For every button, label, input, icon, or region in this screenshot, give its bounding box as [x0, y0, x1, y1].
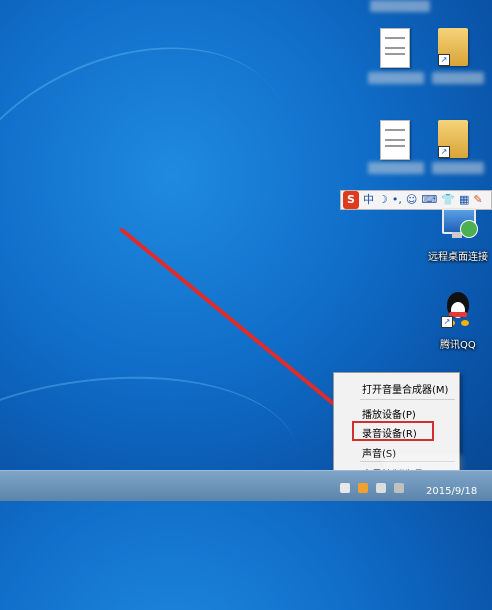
flag-tray-icon[interactable]	[358, 483, 368, 493]
battery-tray-icon[interactable]	[394, 483, 404, 493]
menu-item-recording-devices[interactable]: 录音设备(R)	[362, 425, 417, 440]
taskbar-date[interactable]: 2015/9/18	[426, 486, 477, 497]
network-tray-icon[interactable]	[340, 483, 350, 493]
volume-tray-icon[interactable]	[376, 483, 386, 493]
menu-item-playback-devices[interactable]: 播放设备(P)	[362, 406, 416, 421]
taskbar: 2015/9/18	[0, 470, 492, 501]
menu-item-open-mixer[interactable]: 打开音量合成器(M)	[362, 381, 448, 396]
menu-separator	[360, 399, 455, 400]
